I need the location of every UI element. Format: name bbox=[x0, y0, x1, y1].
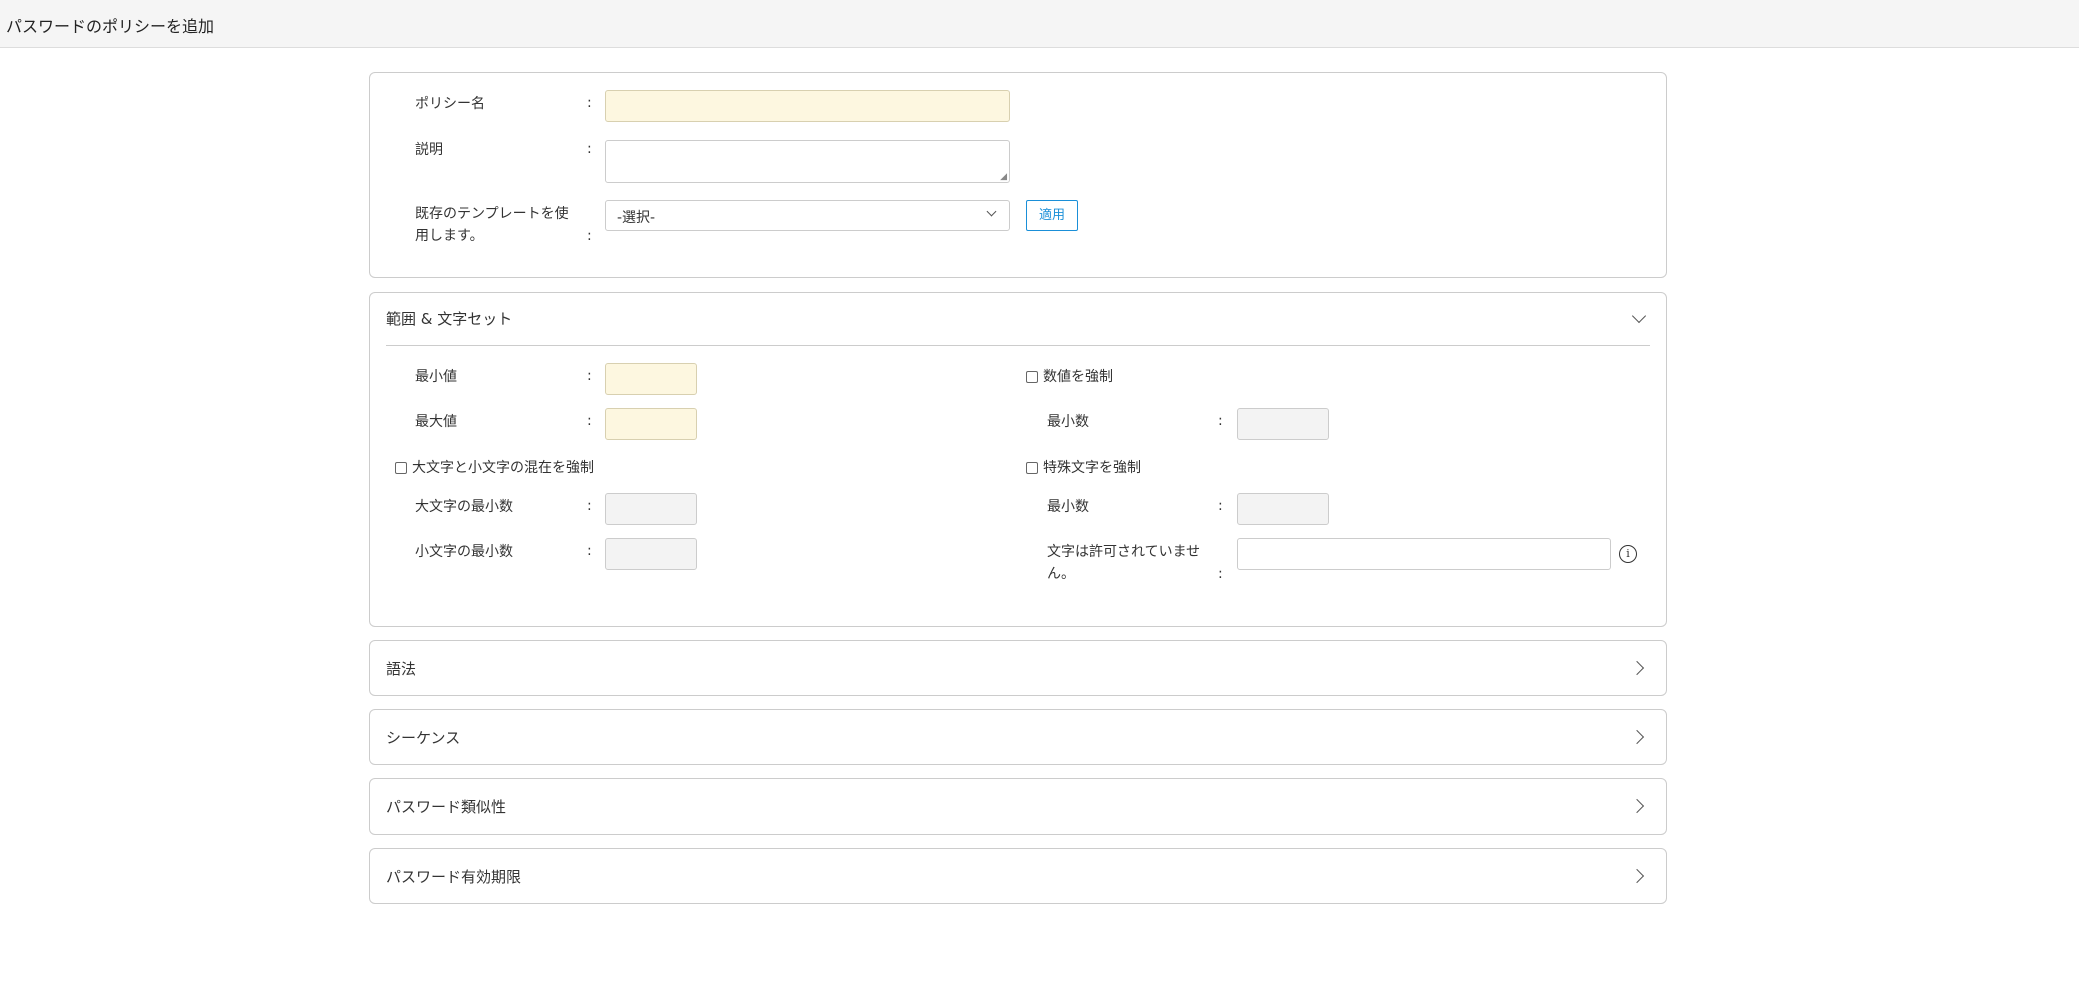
template-label-line1: 既存のテンプレートを使 bbox=[415, 206, 569, 222]
range-charset-panel: 範囲 & 文字セット 最小値 : 最大値 : 大文字と小文字の混在を強制 大文字… bbox=[369, 292, 1667, 627]
colon: : bbox=[587, 95, 592, 111]
colon: : bbox=[587, 228, 592, 244]
disallowed-chars-input[interactable] bbox=[1237, 538, 1611, 570]
numeric-label: 数値を強制 bbox=[1043, 369, 1113, 385]
chevron-right-icon bbox=[1629, 868, 1645, 884]
description-label: 説明 bbox=[415, 142, 443, 158]
min-length-label: 最小値 bbox=[415, 369, 457, 385]
numeric-min-label: 最小数 bbox=[1047, 414, 1089, 430]
policy-name-input[interactable] bbox=[605, 90, 1010, 122]
colon: : bbox=[587, 141, 592, 157]
special-min-input[interactable] bbox=[1237, 493, 1329, 525]
numeric-checkbox[interactable] bbox=[1026, 371, 1038, 383]
chevron-right-icon bbox=[1629, 798, 1645, 814]
disallowed-label-line1: 文字は許可されていませ bbox=[1047, 544, 1201, 560]
general-panel: ポリシー名 : 説明 : ◢ 既存のテンプレートを使 用します。 : -選択- … bbox=[369, 72, 1667, 278]
template-selected-value: -選択- bbox=[617, 210, 656, 226]
upper-min-input[interactable] bbox=[605, 493, 697, 525]
max-length-input[interactable] bbox=[605, 408, 697, 440]
range-charset-title[interactable]: 範囲 & 文字セット bbox=[386, 308, 512, 329]
colon: : bbox=[587, 368, 592, 384]
template-select[interactable]: -選択- bbox=[605, 200, 1010, 231]
max-length-label: 最大値 bbox=[415, 414, 457, 430]
colon: : bbox=[1218, 498, 1223, 514]
info-icon[interactable]: i bbox=[1619, 545, 1637, 563]
page-title: パスワードのポリシーを追加 bbox=[6, 17, 215, 36]
divider bbox=[386, 345, 1650, 346]
min-length-input[interactable] bbox=[605, 363, 697, 395]
special-label: 特殊文字を強制 bbox=[1043, 460, 1141, 476]
policy-name-label: ポリシー名 bbox=[415, 96, 485, 112]
section-title: パスワード有効期限 bbox=[386, 868, 522, 886]
colon: : bbox=[1218, 566, 1223, 582]
upper-min-label: 大文字の最小数 bbox=[415, 499, 513, 515]
page-header: パスワードのポリシーを追加 bbox=[0, 0, 2079, 48]
colon: : bbox=[1218, 413, 1223, 429]
chevron-right-icon bbox=[1629, 660, 1645, 676]
apply-button[interactable]: 適用 bbox=[1026, 200, 1078, 231]
disallowed-label-line2: ん。 bbox=[1047, 566, 1075, 582]
colon: : bbox=[587, 543, 592, 559]
section-title: シーケンス bbox=[386, 729, 461, 747]
mixed-case-checkbox[interactable] bbox=[395, 462, 407, 474]
chevron-down-icon bbox=[986, 206, 997, 217]
template-label-line2: 用します。 bbox=[415, 228, 484, 244]
description-textarea[interactable]: ◢ bbox=[605, 140, 1010, 183]
section-similarity[interactable]: パスワード類似性 bbox=[369, 778, 1667, 835]
lower-min-label: 小文字の最小数 bbox=[415, 544, 513, 560]
section-title: パスワード類似性 bbox=[386, 798, 507, 816]
section-expiration[interactable]: パスワード有効期限 bbox=[369, 848, 1667, 904]
colon: : bbox=[587, 413, 592, 429]
section-grammar[interactable]: 語法 bbox=[369, 640, 1667, 696]
mixed-case-label: 大文字と小文字の混在を強制 bbox=[412, 460, 594, 476]
colon: : bbox=[587, 498, 592, 514]
chevron-right-icon bbox=[1629, 729, 1645, 745]
section-sequence[interactable]: シーケンス bbox=[369, 709, 1667, 765]
special-checkbox[interactable] bbox=[1026, 462, 1038, 474]
numeric-min-input[interactable] bbox=[1237, 408, 1329, 440]
special-min-label: 最小数 bbox=[1047, 499, 1089, 515]
resize-handle-icon[interactable]: ◢ bbox=[1000, 172, 1007, 182]
chevron-down-icon[interactable] bbox=[1631, 308, 1647, 324]
section-title: 語法 bbox=[386, 660, 417, 678]
lower-min-input[interactable] bbox=[605, 538, 697, 570]
